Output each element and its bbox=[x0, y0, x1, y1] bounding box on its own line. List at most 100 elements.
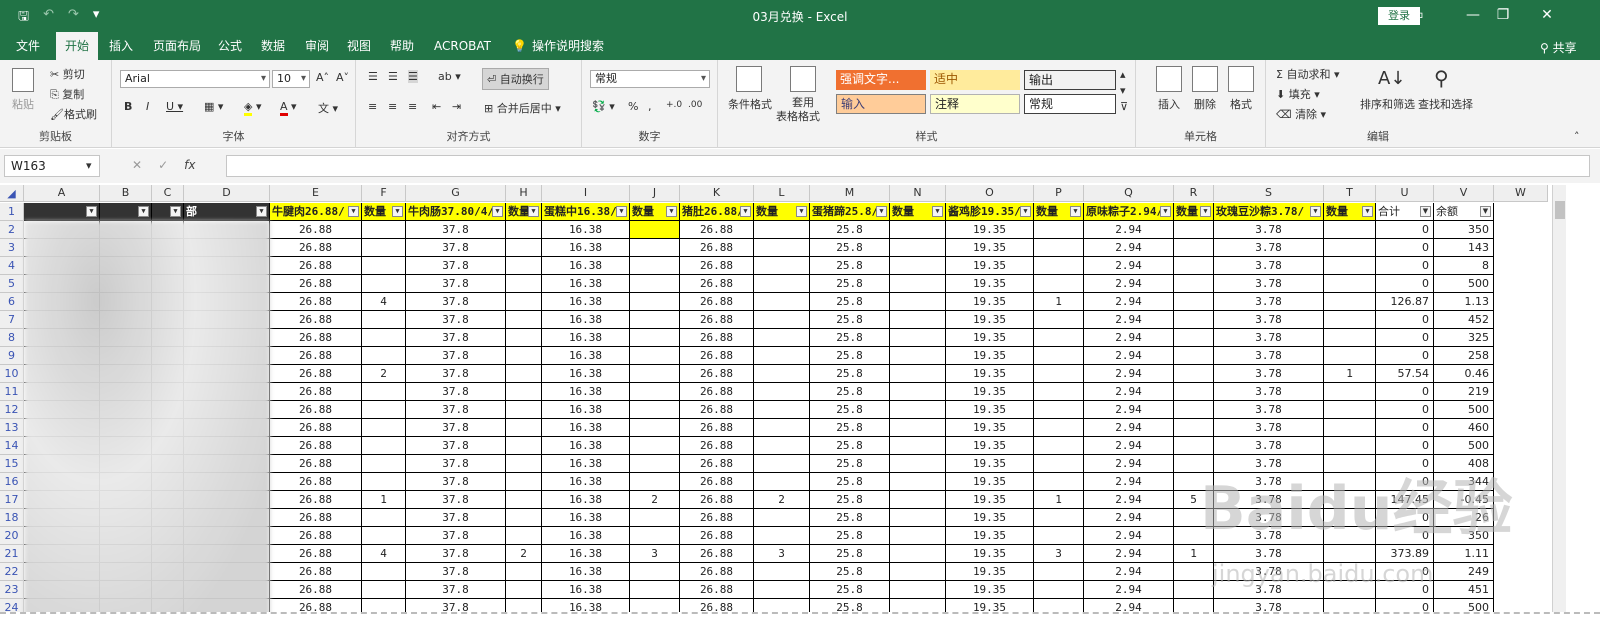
table-cell[interactable] bbox=[1324, 239, 1376, 257]
column-header-O[interactable]: O bbox=[946, 185, 1034, 202]
table-cell[interactable]: 1.13 bbox=[1434, 293, 1494, 311]
number-format-combo[interactable]: 常规 bbox=[590, 70, 710, 88]
table-cell[interactable] bbox=[890, 401, 946, 419]
table-cell[interactable] bbox=[1174, 257, 1214, 275]
table-cell[interactable]: 26.88 bbox=[270, 293, 362, 311]
table-cell[interactable]: 3.78 bbox=[1214, 437, 1324, 455]
table-cell[interactable]: 25.8 bbox=[810, 293, 890, 311]
table-cell[interactable] bbox=[1174, 329, 1214, 347]
table-cell[interactable] bbox=[754, 311, 810, 329]
table-cell[interactable] bbox=[1034, 509, 1084, 527]
row-header[interactable]: 14 bbox=[0, 437, 24, 455]
filter-dropdown-icon[interactable]: ▼ bbox=[392, 206, 403, 217]
table-cell[interactable]: 2 bbox=[362, 365, 406, 383]
namebox-dropdown-icon[interactable]: ▾ bbox=[86, 159, 92, 172]
header-cell-L[interactable]: 数量 ▼ bbox=[754, 203, 810, 221]
table-cell[interactable] bbox=[506, 473, 542, 491]
align-right-icon[interactable]: ≡ bbox=[408, 100, 417, 113]
table-cell[interactable]: 26.88 bbox=[680, 491, 754, 509]
table-cell[interactable]: 1.11 bbox=[1434, 545, 1494, 563]
top-align-icon[interactable]: ☰ bbox=[368, 70, 378, 83]
clear-button[interactable]: ⌫ 清除 ▾ bbox=[1276, 106, 1326, 122]
tab-review[interactable]: 审阅 bbox=[303, 32, 331, 60]
table-cell[interactable] bbox=[754, 509, 810, 527]
table-cell[interactable]: 25.8 bbox=[810, 473, 890, 491]
table-cell[interactable] bbox=[1324, 221, 1376, 239]
table-cell[interactable]: 19.35 bbox=[946, 455, 1034, 473]
tab-insert[interactable]: 插入 bbox=[107, 32, 135, 60]
table-cell[interactable] bbox=[506, 437, 542, 455]
filter-dropdown-icon[interactable]: ▼ bbox=[1362, 206, 1373, 217]
format-cells-icon[interactable] bbox=[1228, 66, 1254, 92]
table-cell[interactable]: 16.38 bbox=[542, 329, 630, 347]
table-cell[interactable]: 25.8 bbox=[810, 365, 890, 383]
header-cell-G[interactable]: 牛肉肠37.80/4/▼ bbox=[406, 203, 506, 221]
header-cell-S[interactable]: 玫瑰豆沙粽3.78/ ▼ bbox=[1214, 203, 1324, 221]
style-output[interactable]: 输出 bbox=[1024, 70, 1116, 90]
column-header-C[interactable]: C bbox=[152, 185, 184, 202]
column-header-H[interactable]: H bbox=[506, 185, 542, 202]
style-note[interactable]: 注释 bbox=[930, 94, 1020, 114]
table-cell[interactable] bbox=[506, 221, 542, 239]
table-cell[interactable] bbox=[362, 437, 406, 455]
header-cell-N[interactable]: 数量 ▼ bbox=[890, 203, 946, 221]
table-cell[interactable] bbox=[754, 293, 810, 311]
style-normal[interactable]: 常规 bbox=[1024, 94, 1116, 114]
column-header-V[interactable]: V bbox=[1434, 185, 1494, 202]
style-accent[interactable]: 强调文字... bbox=[836, 70, 926, 90]
table-cell[interactable] bbox=[630, 293, 680, 311]
filter-dropdown-icon[interactable]: ▼ bbox=[616, 206, 627, 217]
table-cell[interactable] bbox=[362, 347, 406, 365]
table-cell[interactable] bbox=[754, 455, 810, 473]
table-cell[interactable]: 26.88 bbox=[680, 275, 754, 293]
table-cell[interactable] bbox=[506, 491, 542, 509]
table-cell[interactable]: 26.88 bbox=[270, 383, 362, 401]
row-header[interactable]: 7 bbox=[0, 311, 24, 329]
table-cell[interactable]: 25.8 bbox=[810, 311, 890, 329]
table-cell[interactable]: 26.88 bbox=[680, 563, 754, 581]
style-input[interactable]: 输入 bbox=[836, 94, 926, 114]
table-cell[interactable]: 37.8 bbox=[406, 473, 506, 491]
table-cell[interactable]: 19.35 bbox=[946, 311, 1034, 329]
table-cell[interactable]: 25.8 bbox=[810, 545, 890, 563]
header-cell-O[interactable]: 酱鸡胗19.35/▼ bbox=[946, 203, 1034, 221]
header-cell-P[interactable]: 数量 ▼ bbox=[1034, 203, 1084, 221]
table-cell[interactable]: 16.38 bbox=[542, 455, 630, 473]
row-header[interactable]: 2 bbox=[0, 221, 24, 239]
table-cell[interactable]: 26.88 bbox=[270, 239, 362, 257]
table-cell[interactable]: 25.8 bbox=[810, 239, 890, 257]
table-cell[interactable]: 25.8 bbox=[810, 275, 890, 293]
table-cell[interactable] bbox=[506, 347, 542, 365]
table-cell[interactable] bbox=[890, 257, 946, 275]
column-header-P[interactable]: P bbox=[1034, 185, 1084, 202]
table-cell[interactable]: 0.46 bbox=[1434, 365, 1494, 383]
table-cell[interactable] bbox=[1034, 365, 1084, 383]
table-cell[interactable]: 0 bbox=[1376, 419, 1434, 437]
enter-icon[interactable]: ✓ bbox=[158, 158, 168, 172]
filter-dropdown-icon[interactable]: ▼ bbox=[348, 206, 359, 217]
table-cell[interactable] bbox=[1034, 563, 1084, 581]
row-header[interactable]: 6 bbox=[0, 293, 24, 311]
table-cell[interactable]: 26.88 bbox=[270, 311, 362, 329]
delete-cells-icon[interactable] bbox=[1192, 66, 1218, 92]
table-cell[interactable]: 3.78 bbox=[1214, 365, 1324, 383]
table-cell[interactable] bbox=[506, 383, 542, 401]
table-cell[interactable]: 37.8 bbox=[406, 509, 506, 527]
table-cell[interactable]: 25.8 bbox=[810, 221, 890, 239]
table-cell[interactable]: 2 bbox=[630, 491, 680, 509]
table-cell[interactable] bbox=[506, 293, 542, 311]
table-cell[interactable]: 126.87 bbox=[1376, 293, 1434, 311]
table-cell[interactable]: 2.94 bbox=[1084, 221, 1174, 239]
table-cell[interactable]: 19.35 bbox=[946, 581, 1034, 599]
tab-file[interactable]: 文件 bbox=[14, 32, 42, 60]
table-cell[interactable]: 16.38 bbox=[542, 563, 630, 581]
table-cell[interactable] bbox=[1034, 347, 1084, 365]
table-cell[interactable]: 25.8 bbox=[810, 527, 890, 545]
table-cell[interactable] bbox=[890, 491, 946, 509]
column-header-N[interactable]: N bbox=[890, 185, 946, 202]
filter-dropdown-icon[interactable]: ▼ bbox=[492, 206, 503, 217]
column-header-G[interactable]: G bbox=[406, 185, 506, 202]
table-cell[interactable] bbox=[1034, 221, 1084, 239]
filter-dropdown-icon[interactable]: ▼ bbox=[932, 206, 943, 217]
table-cell[interactable]: 26.88 bbox=[680, 293, 754, 311]
